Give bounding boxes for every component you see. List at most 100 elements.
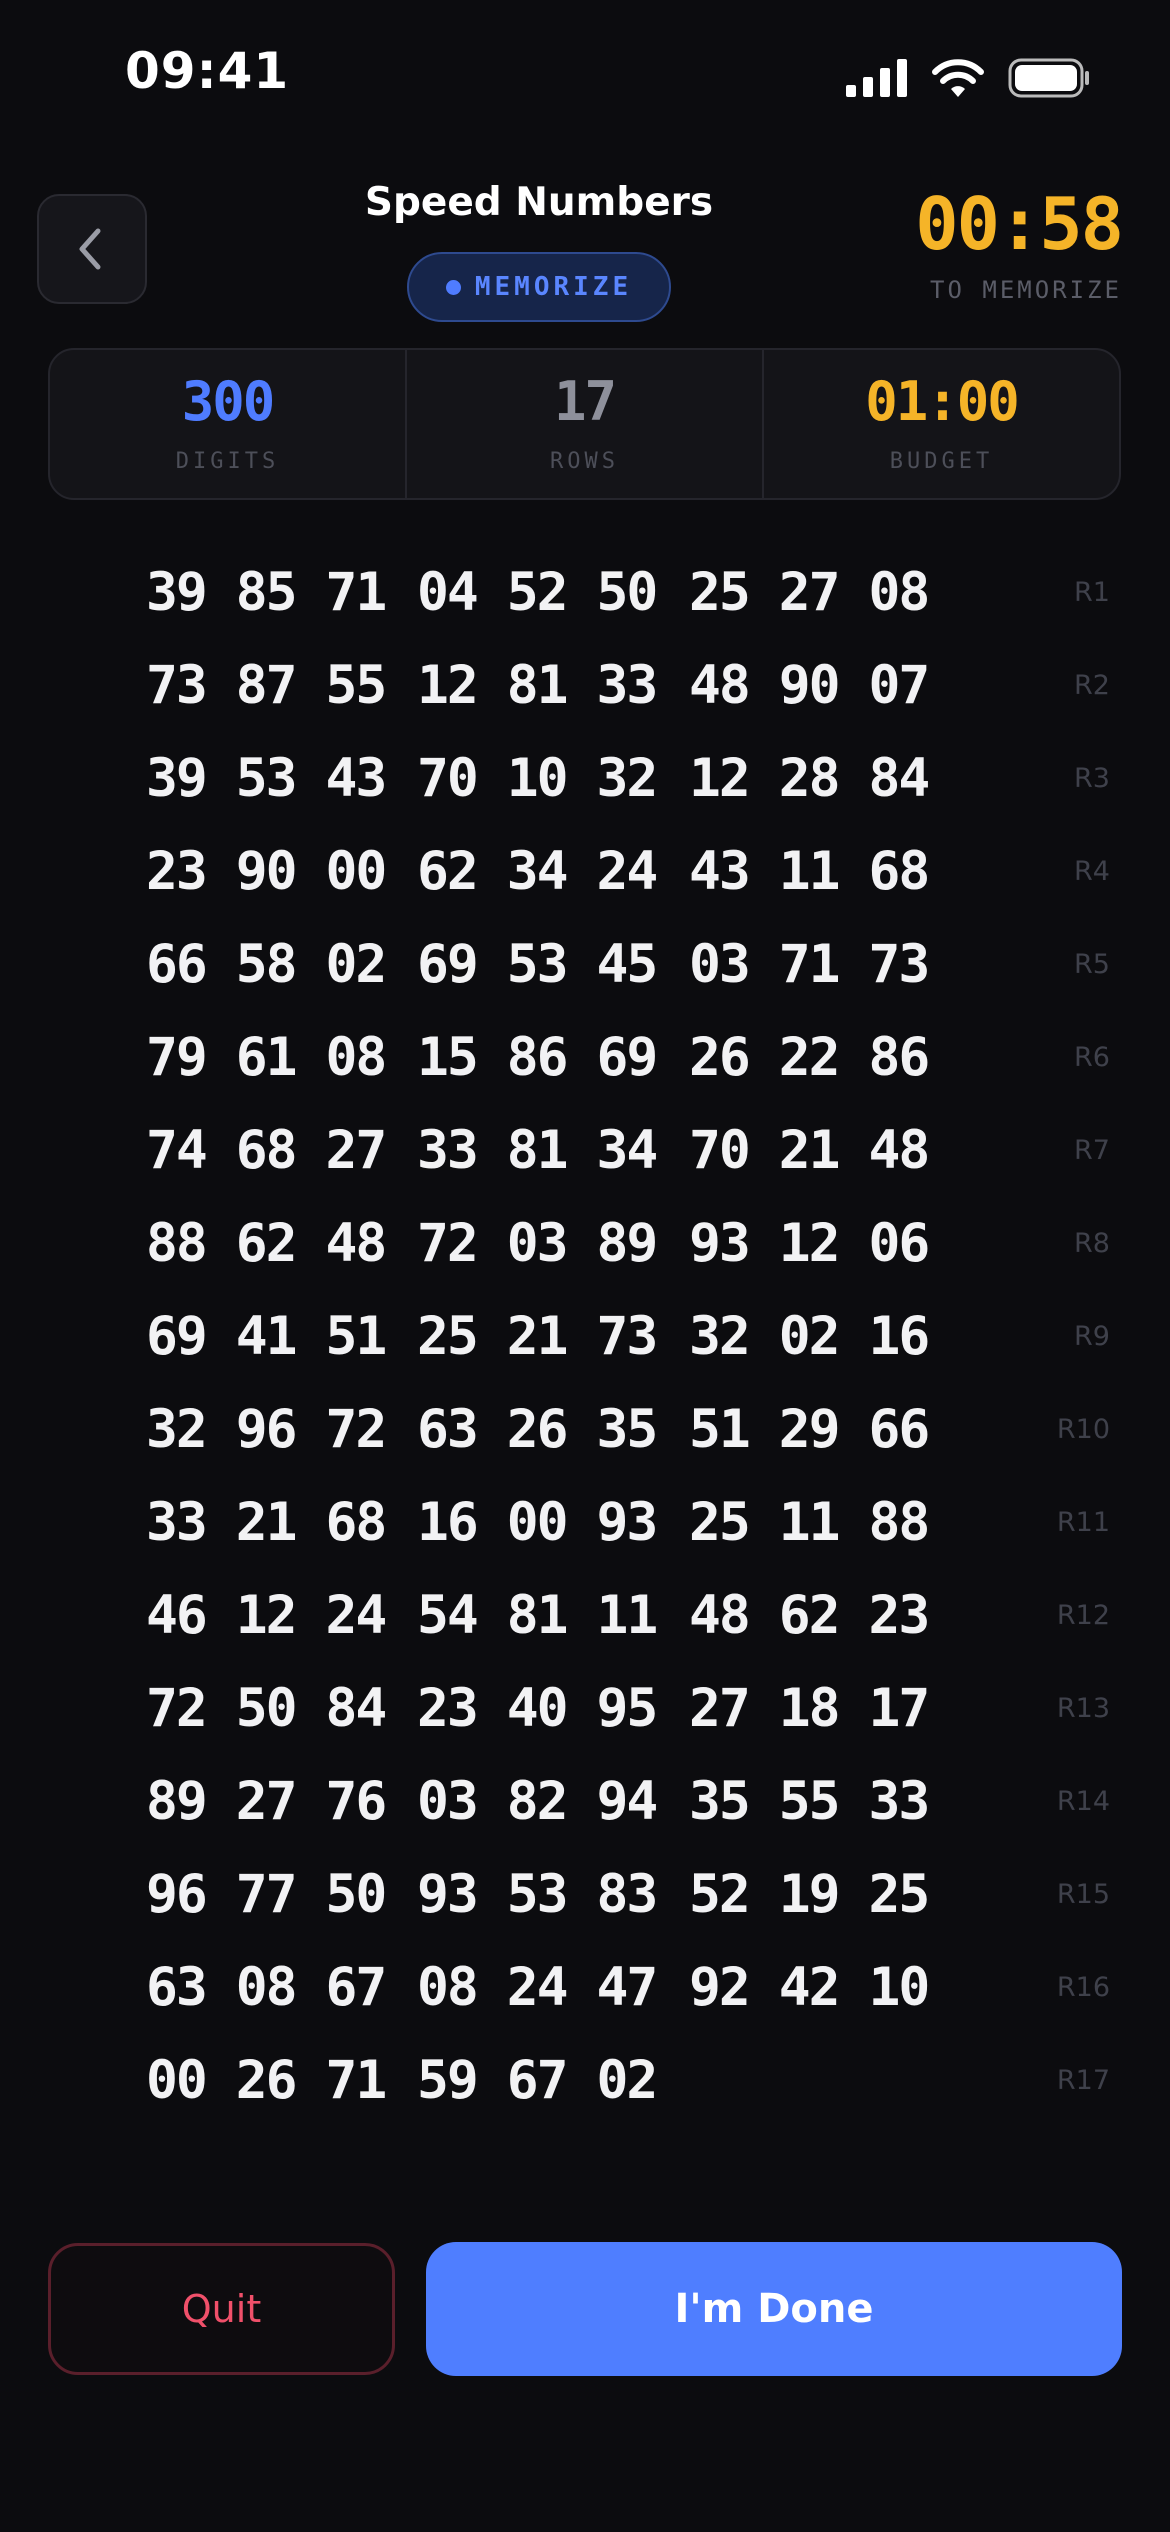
stat-budget-label: BUDGET [889, 448, 994, 474]
stat-budget-value: 01:00 [865, 369, 1020, 433]
digit-group: 03 71 73 [689, 934, 930, 995]
digit-group: 16 00 93 [417, 1492, 658, 1553]
digit-group: 79 61 08 [146, 1027, 387, 1088]
row-label: R7 [1074, 1135, 1110, 1166]
digit-group: 63 08 67 [146, 1957, 387, 2018]
status-time: 09:41 [125, 42, 290, 100]
row-label: R3 [1074, 763, 1110, 794]
row-label: R12 [1056, 1600, 1110, 1631]
digit-group: 25 27 08 [689, 562, 930, 623]
row-label: R4 [1074, 856, 1110, 887]
digit-group: 15 86 69 [417, 1027, 658, 1088]
stat-digits-label: DIGITS [175, 448, 280, 474]
row-label: R13 [1056, 1693, 1110, 1724]
stat-rows-label: ROWS [550, 448, 619, 474]
digit-group: 72 03 89 [417, 1213, 658, 1274]
digit-group: 32 02 16 [689, 1306, 930, 1367]
number-row: 32 96 72 63 26 35 51 29 66 R10 [0, 1392, 1170, 1485]
row-label: R2 [1074, 670, 1110, 701]
wifi-icon [932, 58, 984, 97]
digit-group: 73 87 55 [146, 655, 387, 716]
number-row: 39 53 43 70 10 32 12 28 84 R3 [0, 741, 1170, 834]
number-row: 69 41 51 25 21 73 32 02 16 R9 [0, 1299, 1170, 1392]
row-label: R15 [1056, 1879, 1110, 1910]
status-icons [846, 55, 1090, 100]
digit-group: 59 67 02 [417, 2050, 658, 2111]
row-label: R14 [1056, 1786, 1110, 1817]
done-button[interactable]: I'm Done [426, 2242, 1122, 2376]
digit-group: 12 28 84 [689, 748, 930, 809]
number-row: 46 12 24 54 81 11 48 62 23 R12 [0, 1578, 1170, 1671]
number-row: 39 85 71 04 52 50 25 27 08 R1 [0, 555, 1170, 648]
digit-group: 62 34 24 [417, 841, 658, 902]
digit-group: 35 55 33 [689, 1771, 930, 1832]
digit-group: 69 41 51 [146, 1306, 387, 1367]
back-button[interactable] [37, 194, 147, 304]
number-grid: 39 85 71 04 52 50 25 27 08 R1 73 87 55 1… [0, 555, 1170, 2136]
mode-dot-icon [445, 279, 461, 295]
battery-icon [1008, 58, 1089, 97]
digit-group: 39 85 71 [146, 562, 387, 623]
number-row: 74 68 27 33 81 34 70 21 48 R7 [0, 1113, 1170, 1206]
digit-group: 54 81 11 [417, 1585, 658, 1646]
number-row: 33 21 68 16 00 93 25 11 88 R11 [0, 1485, 1170, 1578]
number-row: 63 08 67 08 24 47 92 42 10 R16 [0, 1950, 1170, 2043]
digit-group: 27 18 17 [689, 1678, 930, 1739]
digit-group: 23 40 95 [417, 1678, 658, 1739]
cellular-signal-icon [846, 58, 907, 97]
number-row: 72 50 84 23 40 95 27 18 17 R13 [0, 1671, 1170, 1764]
number-row: 73 87 55 12 81 33 48 90 07 R2 [0, 648, 1170, 741]
timer-caption: TO MEMORIZE [930, 276, 1122, 304]
row-label: R6 [1074, 1042, 1110, 1073]
number-row: 96 77 50 93 53 83 52 19 25 R15 [0, 1857, 1170, 1950]
digit-group: 93 12 06 [689, 1213, 930, 1274]
chevron-left-icon [79, 228, 101, 270]
mode-badge: MEMORIZE [407, 252, 671, 322]
quit-button[interactable]: Quit [48, 2243, 395, 2375]
row-label: R17 [1056, 2065, 1110, 2096]
digit-group: 43 11 68 [689, 841, 930, 902]
digit-group: 08 24 47 [417, 1957, 658, 2018]
number-row: 88 62 48 72 03 89 93 12 06 R8 [0, 1206, 1170, 1299]
digit-group: 25 11 88 [689, 1492, 930, 1553]
digit-group: 92 42 10 [689, 1957, 930, 2018]
digit-group: 70 10 32 [417, 748, 658, 809]
digit-group: 03 82 94 [417, 1771, 658, 1832]
digit-group: 70 21 48 [689, 1120, 930, 1181]
row-label: R11 [1056, 1507, 1110, 1538]
row-label: R8 [1074, 1228, 1110, 1259]
digit-group: 52 19 25 [689, 1864, 930, 1925]
digit-group: 26 22 86 [689, 1027, 930, 1088]
digit-group: 63 26 35 [417, 1399, 658, 1460]
digit-group: 51 29 66 [689, 1399, 930, 1460]
stat-budget: 01:00 BUDGET [762, 350, 1119, 498]
digit-group: 00 26 71 [146, 2050, 387, 2111]
digit-group: 88 62 48 [146, 1213, 387, 1274]
digit-group: 48 90 07 [689, 655, 930, 716]
digit-group: 33 81 34 [417, 1120, 658, 1181]
digit-group: 74 68 27 [146, 1120, 387, 1181]
digit-group: 48 62 23 [689, 1585, 930, 1646]
number-row: 89 27 76 03 82 94 35 55 33 R14 [0, 1764, 1170, 1857]
countdown-timer: 00:58 [915, 182, 1124, 266]
number-row: 00 26 71 59 67 02 R17 [0, 2043, 1170, 2136]
digit-group: 04 52 50 [417, 562, 658, 623]
digit-group: 39 53 43 [146, 748, 387, 809]
row-label: R9 [1074, 1321, 1110, 1352]
stat-rows-value: 17 [553, 369, 617, 433]
page-title: Speed Numbers [364, 180, 714, 225]
row-label: R10 [1056, 1414, 1110, 1445]
stat-digits: 300 DIGITS [50, 350, 405, 498]
stat-rows: 17 ROWS [405, 350, 762, 498]
digit-group: 33 21 68 [146, 1492, 387, 1553]
row-label: R1 [1074, 577, 1110, 608]
digit-group: 32 96 72 [146, 1399, 387, 1460]
digit-group: 72 50 84 [146, 1678, 387, 1739]
digit-group: 12 81 33 [417, 655, 658, 716]
digit-group: 93 53 83 [417, 1864, 658, 1925]
number-row: 66 58 02 69 53 45 03 71 73 R5 [0, 927, 1170, 1020]
number-row: 79 61 08 15 86 69 26 22 86 R6 [0, 1020, 1170, 1113]
digit-group: 25 21 73 [417, 1306, 658, 1367]
stats-card: 300 DIGITS 17 ROWS 01:00 BUDGET [48, 348, 1121, 500]
digit-group: 96 77 50 [146, 1864, 387, 1925]
